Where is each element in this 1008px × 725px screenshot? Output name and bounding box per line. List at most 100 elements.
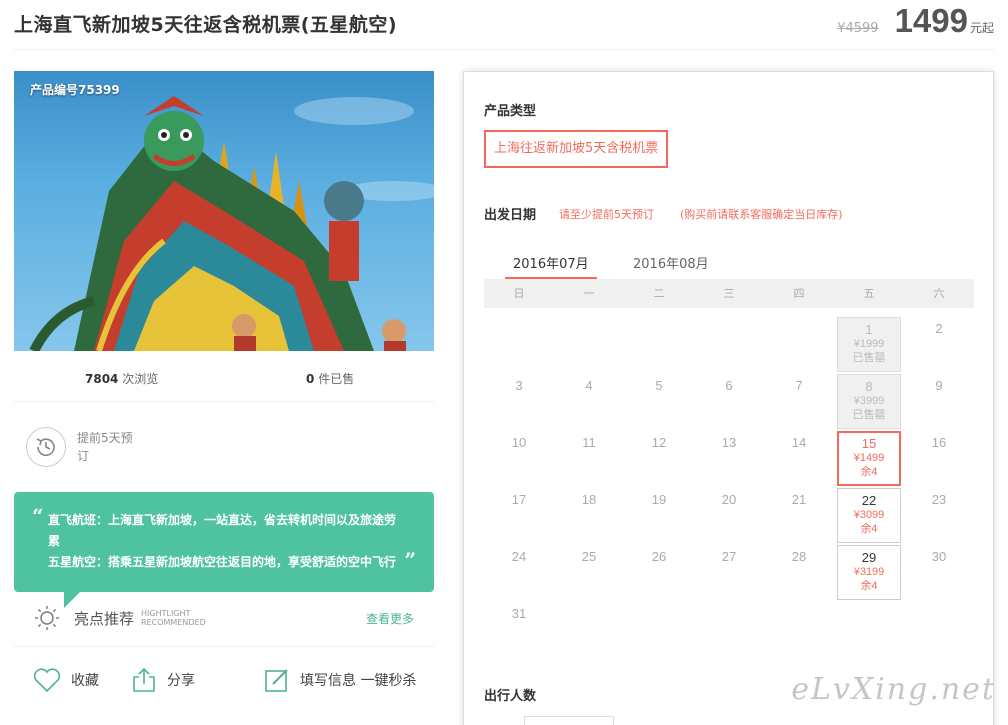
watermark: eLvXing.net	[791, 672, 996, 707]
calendar-day-number: 15	[861, 436, 877, 451]
calendar-day-11: 11	[557, 431, 621, 486]
highlight-header: 亮点推荐 HIGHTLIGHT RECOMMENDED 查看更多	[34, 603, 434, 633]
highlight-line-2: 五星航空：搭乘五星新加坡航空往返目的地，享受舒适的空中飞行	[48, 555, 397, 569]
calendar-day-number: 27	[721, 549, 737, 564]
highlight-title: 亮点推荐	[74, 609, 135, 628]
calendar-day-24: 24	[487, 545, 551, 600]
sold-count-number: 0	[306, 372, 315, 386]
sold-count: 0 件已售	[306, 370, 354, 387]
sold-count-label: 件已售	[318, 372, 355, 386]
travelers-stepper[interactable]	[524, 716, 614, 725]
fill-info-button[interactable]: 填写信息 一键秒杀	[264, 667, 416, 693]
calendar-day-number: 11	[582, 435, 596, 450]
calendar-day-17: 17	[487, 488, 551, 543]
calendar-day-status: 已售罄	[852, 409, 886, 421]
calendar-day-number: 24	[511, 549, 527, 564]
weekday-thu: 四	[793, 287, 805, 300]
calendar-day-status: 余4	[860, 466, 878, 478]
departure-date-title: 出发日期	[484, 208, 537, 223]
original-price: ¥4599	[837, 21, 879, 36]
current-price: 1499	[894, 2, 968, 39]
sun-icon	[35, 606, 59, 630]
calendar-day-number: 31	[511, 606, 527, 621]
calendar-day-1: 1 ¥1999 已售罄	[837, 317, 901, 372]
calendar-day-number: 13	[721, 435, 737, 450]
booking-notice: 提前5天预订	[26, 427, 137, 467]
view-more-link[interactable]: 查看更多	[366, 610, 414, 627]
action-bar: 收藏 分享 填写信息 一键秒杀	[14, 646, 434, 716]
calendar-day-8: 8 ¥3999 已售罄	[837, 374, 901, 429]
calendar-day-number: 8	[865, 379, 873, 394]
favorite-label: 收藏	[71, 673, 99, 689]
calendar-day-number: 3	[515, 378, 523, 393]
weekday-mon: 一	[583, 287, 595, 300]
calendar-day-13: 13	[697, 431, 761, 486]
temple-illustration	[29, 96, 434, 351]
calendar-day-16: 16	[907, 431, 971, 486]
calendar-day-number: 10	[511, 435, 527, 450]
price-box: ¥4599 1499 元起	[837, 2, 994, 40]
product-number: 产品编号75399	[30, 83, 120, 97]
share-button[interactable]: 分享	[131, 667, 195, 693]
calendar-day-29[interactable]: 29 ¥3199 余4	[837, 545, 901, 600]
weekday-wed: 三	[723, 287, 735, 300]
edit-icon	[265, 669, 288, 692]
calendar-day-2: 2	[907, 317, 971, 372]
view-count-label: 次浏览	[122, 372, 159, 386]
share-label: 分享	[167, 673, 195, 689]
product-type-title: 产品类型	[484, 104, 537, 119]
calendar-day-number: 12	[651, 435, 667, 450]
calendar-day-22[interactable]: 22 ¥3099 余4	[837, 488, 901, 543]
calendar-day-status: 已售罄	[852, 352, 886, 364]
calendar-day-6: 6	[697, 374, 761, 429]
heart-icon	[33, 668, 61, 693]
calendar-day-number: 30	[931, 549, 947, 564]
highlight-title-en-2: RECOMMENDED	[141, 618, 206, 627]
product-image[interactable]: 产品编号75399	[14, 71, 434, 351]
weekday-header: 日 一 二 三 四 五 六	[484, 279, 974, 308]
calendar-day-number: 1	[865, 322, 873, 337]
calendar-day-15[interactable]: 15 ¥1499 余4	[837, 431, 901, 486]
view-count: 7804 次浏览	[85, 370, 158, 387]
calendar-day-price: ¥3199	[853, 566, 885, 578]
calendar-day-number: 22	[861, 493, 877, 508]
stock-note: (购买前请联系客服确定当日库存)	[680, 208, 843, 221]
calendar-day-number: 14	[791, 435, 807, 450]
calendar-day-30: 30	[907, 545, 971, 600]
calendar-day-31: 31	[487, 602, 551, 657]
price-unit: 元起	[969, 21, 994, 35]
calendar-day-number: 18	[581, 492, 597, 507]
product-stats: 7804 次浏览 0 件已售	[14, 362, 434, 402]
calendar-day-number: 7	[795, 378, 803, 393]
calendar-day-number: 2	[935, 321, 943, 336]
tab-august[interactable]: 2016年08月	[633, 253, 709, 278]
calendar-day-number: 20	[721, 492, 737, 507]
calendar-day-number: 6	[725, 378, 733, 393]
weekday-tue: 二	[653, 287, 665, 300]
calendar-day-number: 5	[655, 378, 663, 393]
weekday-sun: 日	[513, 287, 525, 300]
calendar-day-number: 25	[581, 549, 597, 564]
tab-july[interactable]: 2016年07月	[505, 253, 597, 280]
travelers-title: 出行人数	[484, 689, 537, 704]
calendar-day-number: 16	[931, 435, 947, 450]
calendar-day-number: 4	[585, 378, 593, 393]
highlight-box: “ 直飞航班：上海直飞新加坡，一站直达，省去转机时间以及旅途劳累 五星航空：搭乘…	[14, 492, 434, 592]
calendar-day-number: 28	[791, 549, 807, 564]
calendar-day-number: 9	[935, 378, 943, 393]
calendar-day-price: ¥3999	[853, 395, 885, 407]
calendar-day-price: ¥1999	[853, 338, 885, 350]
month-tabs: 2016年07月 2016年08月	[484, 249, 974, 280]
calendar-day-25: 25	[557, 545, 621, 600]
calendar-day-28: 28	[767, 545, 831, 600]
product-type-option[interactable]: 上海往返新加坡5天含税机票	[484, 130, 669, 168]
weekday-fri: 五	[863, 287, 875, 300]
calendar-day-status: 余4	[860, 523, 878, 535]
calendar-day-21: 21	[767, 488, 831, 543]
calendar-day-number: 21	[791, 492, 807, 507]
calendar-day-20: 20	[697, 488, 761, 543]
highlight-title-en-1: HIGHTLIGHT	[141, 609, 191, 618]
calendar-day-7: 7	[767, 374, 831, 429]
favorite-button[interactable]: 收藏	[33, 667, 99, 693]
calendar-day-26: 26	[627, 545, 691, 600]
